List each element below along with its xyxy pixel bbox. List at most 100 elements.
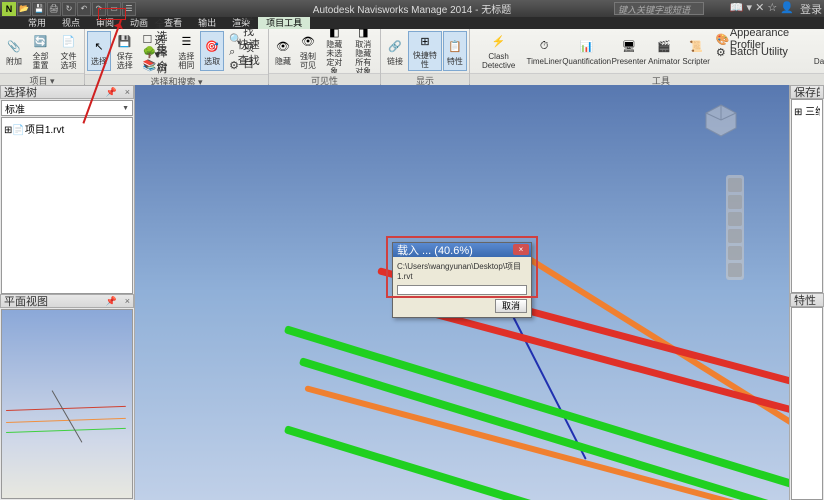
require-icon: 👁 [298, 32, 318, 51]
tree-item[interactable]: ⊞📄项目1.rvt [4, 120, 130, 137]
group-label-display: 显示 [381, 73, 469, 85]
appearance-profiler-button[interactable]: 🎨Appearance Profiler [713, 32, 812, 45]
progress-bar [397, 285, 527, 295]
plan-line [6, 428, 126, 433]
viewcube[interactable] [701, 100, 741, 140]
select-all-icon: ☐ [142, 33, 152, 45]
hide-icon: 👁 [273, 36, 293, 56]
pin-icon[interactable]: 📌 [106, 296, 117, 307]
dialog-close-icon[interactable]: × [513, 244, 529, 255]
quick-props-button[interactable]: ⊞快捷特性 [408, 31, 442, 71]
unhide-all-button[interactable]: ◨取消隐藏所有对象 [349, 31, 378, 71]
dialog-title: 载入 ... (40.6%) [397, 242, 473, 258]
save-sel-icon: 💾 [115, 32, 135, 51]
quick-access-toolbar: N 📂 💾 🖨 ↻ ↶ ↷ ▭ ☰ [0, 2, 136, 16]
nav-wheel-icon[interactable] [728, 178, 742, 192]
refresh-button[interactable]: 🔄全部重置 [27, 31, 54, 71]
quant-icon: 📊 [577, 36, 597, 56]
save-selection-button[interactable]: 💾保存选择 [112, 31, 137, 71]
plan-view[interactable] [1, 309, 133, 499]
quick-find-input[interactable]: ⌕快速查找 [226, 45, 265, 58]
require-button[interactable]: 👁强制可见 [296, 31, 320, 71]
qat-redo-icon[interactable]: ↷ [92, 2, 106, 16]
select-same-button[interactable]: ☰选择相同 [174, 31, 199, 71]
refresh-icon: 🔄 [31, 32, 51, 51]
tab-animation[interactable]: 动画 [122, 17, 156, 29]
sign-in[interactable]: 登录 [800, 1, 822, 17]
links-button[interactable]: 🔗链接 [383, 31, 407, 71]
search-input[interactable]: 键入关键字或短语 [614, 2, 704, 15]
nav-look-icon[interactable] [728, 246, 742, 260]
batch-icon: ⚙ [716, 46, 728, 58]
cursor-icon: ↖ [89, 36, 109, 56]
qat-refresh-icon[interactable]: ↻ [62, 2, 76, 16]
cancel-button[interactable]: 取消 [495, 299, 527, 313]
tree-mode-dropdown[interactable]: 标准 [1, 100, 133, 116]
links-icon: 🔗 [385, 36, 405, 56]
help-icon[interactable]: 📖 ▾ ✕ ☆ 👤 [730, 1, 794, 17]
properties-button[interactable]: 📋特性 [443, 31, 467, 71]
ribbon-group-project: 📎附加 🔄全部重置 📄文件选项 项目 ▾ [0, 29, 85, 84]
selection-tree-title: 选择树 [4, 84, 37, 100]
sets-icon: 📚 [142, 59, 154, 71]
find-options[interactable]: ⚙ [226, 58, 265, 71]
plan-view-header[interactable]: 平面视图 📌 × [0, 294, 134, 308]
qat-open-icon[interactable]: 📂 [17, 2, 31, 16]
properties-panel[interactable] [791, 307, 823, 500]
pick-button[interactable]: 🎯选取 [200, 31, 224, 71]
model-pipe[interactable] [284, 325, 789, 500]
model-pipe[interactable] [304, 385, 789, 500]
tab-viewpoint[interactable]: 视点 [54, 17, 88, 29]
qat-save-icon[interactable]: 💾 [32, 2, 46, 16]
hide-unselected-button[interactable]: ◧隐藏未选定对象 [321, 31, 348, 71]
tab-item-tools[interactable]: 项目工具 [258, 17, 310, 29]
qat-print-icon[interactable]: 🖨 [47, 2, 61, 16]
saved-viewpoints-header[interactable]: 保存的视点 [790, 85, 824, 99]
animator-button[interactable]: 🎬Animator [648, 31, 681, 71]
tab-output[interactable]: 输出 [190, 17, 224, 29]
pick-icon: 🎯 [202, 36, 222, 56]
qat-undo-icon[interactable]: ↶ [77, 2, 91, 16]
appearance-icon: 🎨 [716, 33, 728, 45]
navigation-bar[interactable] [726, 175, 744, 280]
qat-select-icon[interactable]: ▭ [107, 2, 121, 16]
tree-item[interactable]: ⊞ 三维视 [794, 102, 820, 119]
select-button[interactable]: ↖选择 [87, 31, 111, 71]
batch-utility-button[interactable]: ⚙Batch Utility [713, 45, 812, 58]
ribbon-group-visibility: 👁隐藏 👁强制可见 ◧隐藏未选定对象 ◨取消隐藏所有对象 可见性 [269, 29, 381, 84]
datatools-button[interactable]: 🗄DataTools [814, 31, 824, 71]
nav-orbit-icon[interactable] [728, 229, 742, 243]
properties-header[interactable]: 特性 [790, 293, 824, 307]
tab-review[interactable]: 审阅 [88, 17, 122, 29]
nav-walk-icon[interactable] [728, 263, 742, 277]
file-options-button[interactable]: 📄文件选项 [55, 31, 82, 71]
clash-button[interactable]: ⚡Clash Detective [472, 31, 525, 71]
dialog-title-bar[interactable]: 载入 ... (40.6%) × [393, 243, 531, 257]
timeliner-button[interactable]: ⏱TimeLiner [526, 31, 562, 71]
dialog-path: C:\Users\wangyunan\Desktop\项目1.rvt [397, 261, 527, 281]
quantification-button[interactable]: 📊Quantification [563, 31, 610, 71]
file-options-icon: 📄 [59, 32, 79, 51]
quick-props-icon: ⊞ [415, 33, 435, 50]
pin-icon[interactable]: 📌 [106, 87, 117, 98]
hide-unsel-icon: ◧ [324, 26, 344, 39]
group-label-visibility: 可见性 [269, 73, 380, 85]
presenter-button[interactable]: 🖥Presenter [611, 31, 646, 71]
app-logo[interactable]: N [2, 2, 16, 16]
nav-pan-icon[interactable] [728, 195, 742, 209]
selection-tree-header[interactable]: 选择树 📌 × [0, 85, 134, 99]
close-icon[interactable]: × [125, 296, 130, 306]
nav-zoom-icon[interactable] [728, 212, 742, 226]
scripter-button[interactable]: 📜Scripter [682, 31, 711, 71]
attach-button[interactable]: 📎附加 [2, 31, 26, 71]
selection-tree[interactable]: ⊞📄项目1.rvt [1, 117, 133, 294]
hide-button[interactable]: 👁隐藏 [271, 31, 295, 71]
scripter-icon: 📜 [686, 36, 706, 56]
sets-button[interactable]: 📚集合 ▾ [139, 58, 171, 71]
sel-same-icon: ☰ [176, 32, 196, 51]
qat-btn-8[interactable]: ☰ [122, 2, 136, 16]
ribbon: 📎附加 🔄全部重置 📄文件选项 项目 ▾ ↖选择 💾保存选择 ☐全选 ▾ 🌳选择… [0, 29, 824, 85]
saved-viewpoints-tree[interactable]: ⊞ 三维视 [791, 99, 823, 293]
close-icon[interactable]: × [125, 87, 130, 97]
tab-home[interactable]: 常用 [20, 17, 54, 29]
